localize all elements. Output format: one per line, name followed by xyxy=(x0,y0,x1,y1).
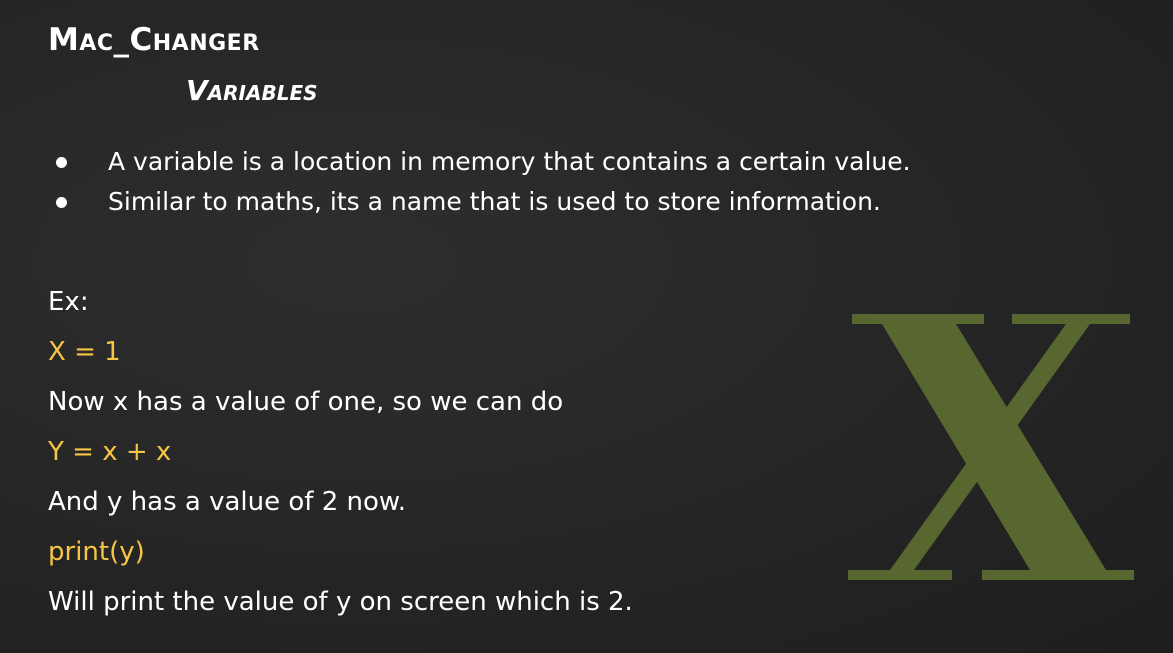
big-x-graphic xyxy=(848,314,1134,580)
code-line: Y = x + x xyxy=(48,437,172,467)
bullet-list: A variable is a location in memory that … xyxy=(56,142,911,222)
bullet-text: A variable is a location in memory that … xyxy=(108,147,911,176)
explanation-line: Will print the value of y on screen whic… xyxy=(48,587,633,617)
bullet-dot-icon xyxy=(56,197,67,208)
example-block: Ex: X = 1 Now x has a value of one, so w… xyxy=(48,277,633,627)
slide-subtitle: Variables xyxy=(186,74,318,107)
slide: Mac_Changer Variables A variable is a lo… xyxy=(0,0,1173,653)
slide-title: Mac_Changer xyxy=(48,22,260,58)
bullet-item: A variable is a location in memory that … xyxy=(56,142,911,182)
code-line: X = 1 xyxy=(48,337,121,367)
bullet-dot-icon xyxy=(56,157,67,168)
explanation-line: Now x has a value of one, so we can do xyxy=(48,387,564,417)
explanation-line: And y has a value of 2 now. xyxy=(48,487,407,517)
bullet-text: Similar to maths, its a name that is use… xyxy=(108,187,881,216)
bullet-item: Similar to maths, its a name that is use… xyxy=(56,182,911,222)
example-label: Ex: xyxy=(48,287,89,317)
code-line: print(y) xyxy=(48,537,145,567)
